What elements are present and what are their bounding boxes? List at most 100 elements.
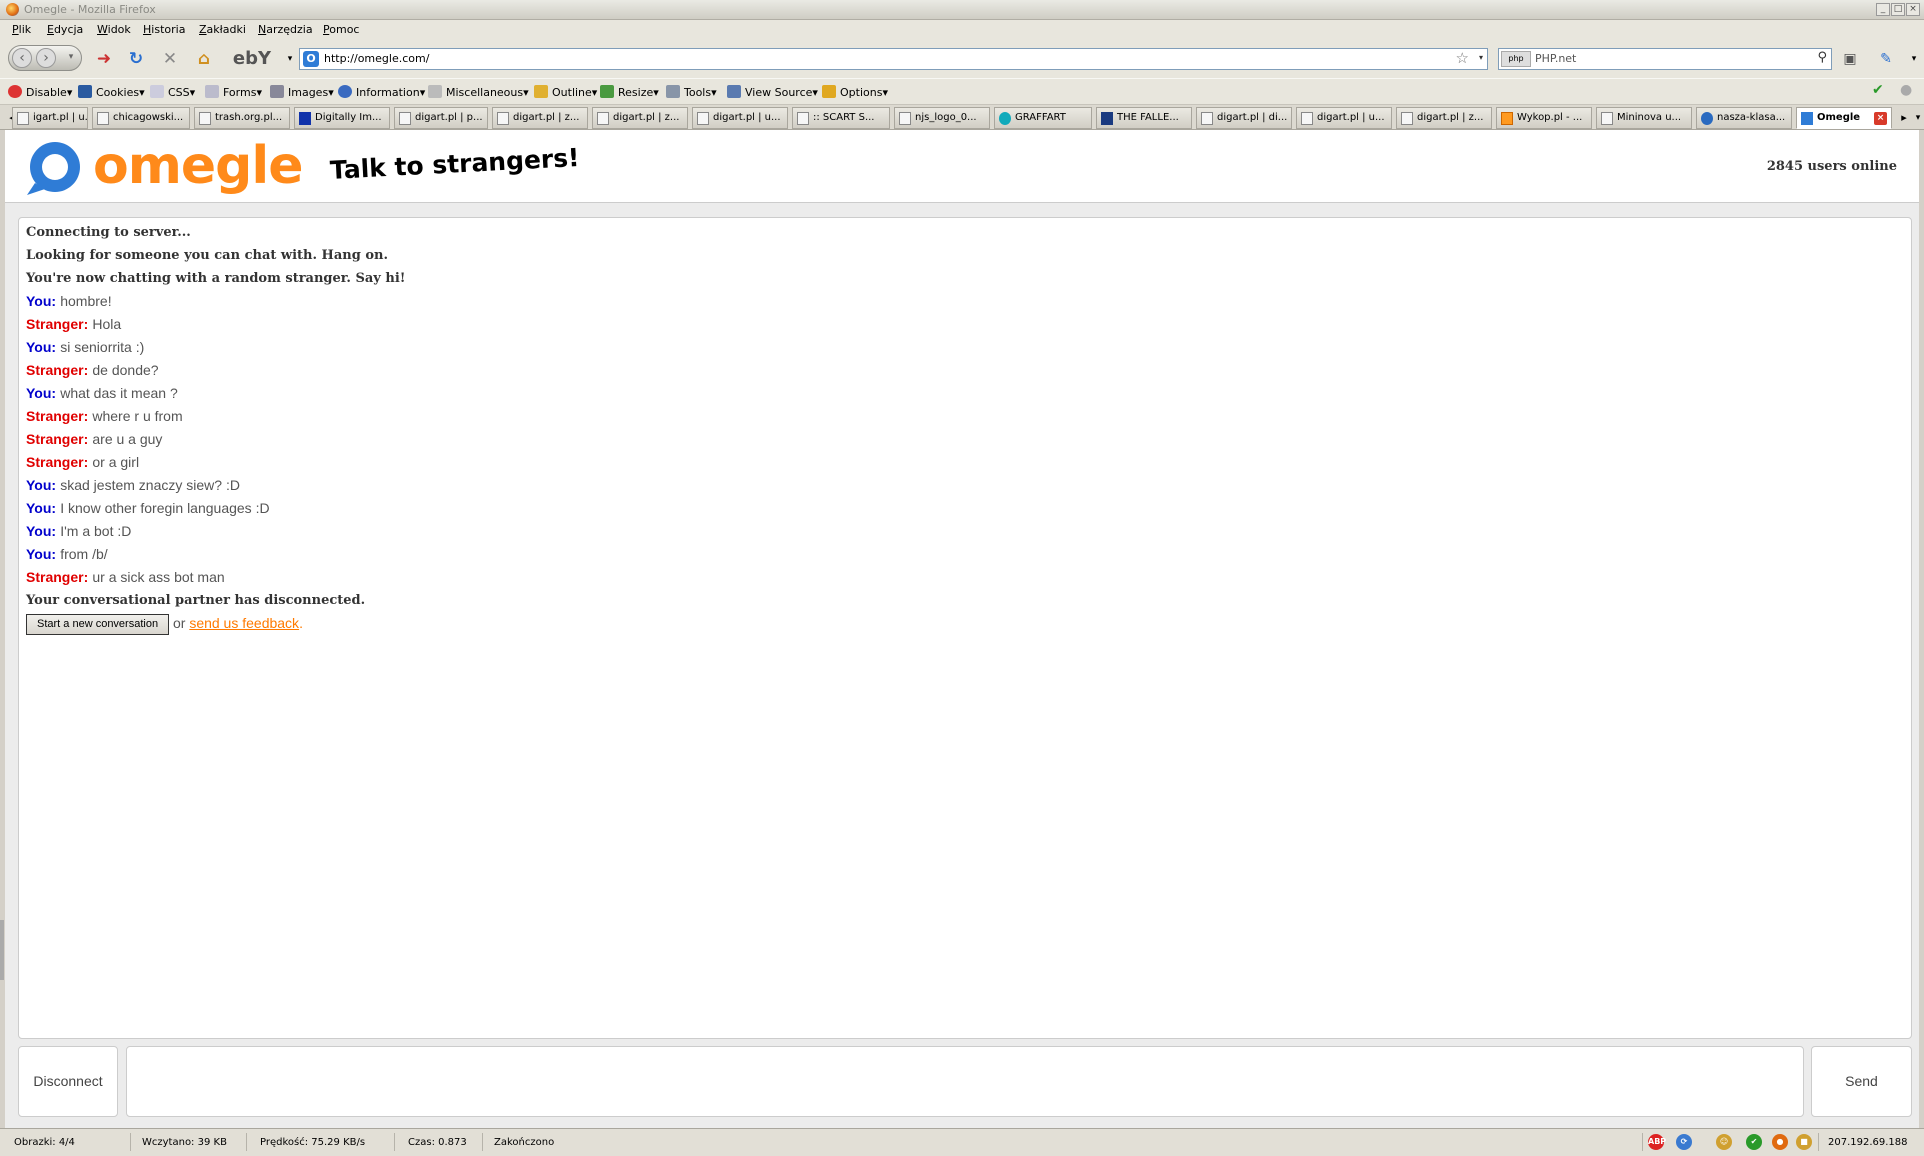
menu-widok[interactable]: Widok bbox=[97, 23, 131, 36]
tab-item[interactable]: igart.pl | u... bbox=[12, 107, 88, 129]
menu-plik[interactable]: Plik bbox=[12, 23, 31, 36]
tab-item[interactable]: digart.pl | di... bbox=[1196, 107, 1292, 129]
tab-item[interactable]: THE FALLE... bbox=[1096, 107, 1192, 129]
information-menu[interactable]: Information▾ bbox=[338, 85, 425, 99]
sync-icon[interactable]: ⟳ bbox=[1676, 1134, 1692, 1150]
resize-menu[interactable]: Resize▾ bbox=[600, 85, 659, 99]
all-tabs-dropdown-icon[interactable]: ▾ bbox=[1908, 108, 1924, 128]
page-icon bbox=[399, 112, 411, 125]
stranger-label: Stranger: bbox=[26, 454, 89, 470]
tab-item[interactable]: digart.pl | p... bbox=[394, 107, 488, 129]
you-message: You: I know other foregin languages :D bbox=[26, 497, 1904, 520]
search-icon[interactable]: ⚲ bbox=[1817, 50, 1827, 65]
images-menu[interactable]: Images▾ bbox=[270, 85, 334, 99]
tools-menu[interactable]: Tools▾ bbox=[666, 85, 717, 99]
menu-edycja[interactable]: Edycja bbox=[47, 23, 83, 36]
disable-icon bbox=[8, 85, 22, 98]
toolbar-status-icon[interactable]: ● bbox=[1900, 82, 1912, 98]
edit-page-icon[interactable]: ✎ bbox=[1876, 49, 1896, 69]
miscellaneous-menu[interactable]: Miscellaneous▾ bbox=[428, 85, 529, 99]
maximize-button[interactable]: □ bbox=[1891, 3, 1905, 16]
you-message: You: what das it mean ? bbox=[26, 382, 1904, 405]
menu-historia[interactable]: Historia bbox=[143, 23, 185, 36]
page-icon bbox=[497, 112, 509, 125]
options-menu[interactable]: Options▾ bbox=[822, 85, 888, 99]
search-engine-icon[interactable]: php bbox=[1501, 51, 1531, 67]
page-icon bbox=[97, 112, 109, 125]
tab-item[interactable]: njs_logo_0... bbox=[894, 107, 990, 129]
security-lock-icon[interactable]: ■ bbox=[1796, 1134, 1812, 1150]
tab-item[interactable]: digart.pl | z... bbox=[1396, 107, 1492, 129]
stranger-message: Stranger: ur a sick ass bot man bbox=[26, 566, 1904, 589]
tab-item[interactable]: :: SCART S... bbox=[792, 107, 890, 129]
forward-icon[interactable]: › bbox=[36, 48, 56, 68]
tab-item[interactable]: chicagowski... bbox=[92, 107, 190, 129]
tab-item[interactable]: digart.pl | z... bbox=[492, 107, 588, 129]
firefox-addon-icon[interactable]: ● bbox=[1772, 1134, 1788, 1150]
greasemonkey-icon[interactable]: ☺ bbox=[1716, 1134, 1732, 1150]
tab-item[interactable]: trash.org.pl... bbox=[194, 107, 290, 129]
outline-menu[interactable]: Outline▾ bbox=[534, 85, 597, 99]
tab-item[interactable]: Digitally Im... bbox=[294, 107, 390, 129]
minimize-button[interactable]: _ bbox=[1876, 3, 1890, 16]
stop-icon[interactable]: ✕ bbox=[160, 49, 180, 69]
home-icon[interactable]: ⌂ bbox=[194, 49, 214, 69]
tab-item[interactable]: Mininova u... bbox=[1596, 107, 1692, 129]
tab-item[interactable]: digart.pl | u... bbox=[1296, 107, 1392, 129]
tab-item-active[interactable]: Omegle × bbox=[1796, 107, 1892, 129]
tab-strip: ◂ igart.pl | u... chicagowski... trash.o… bbox=[0, 104, 1924, 130]
page-icon bbox=[1301, 112, 1313, 125]
address-bar[interactable]: O http://omegle.com/ ☆ ▾ bbox=[299, 48, 1488, 70]
tab-item[interactable]: digart.pl | u... bbox=[692, 107, 788, 129]
menu-zakladki[interactable]: Zakładki bbox=[199, 23, 246, 36]
adblock-icon[interactable]: ABP bbox=[1648, 1134, 1666, 1150]
page-icon bbox=[1701, 112, 1713, 125]
disconnect-button[interactable]: Disconnect bbox=[18, 1046, 118, 1117]
you-label: You: bbox=[26, 500, 57, 516]
system-message: Looking for someone you can chat with. H… bbox=[26, 248, 388, 263]
menu-narzedzia[interactable]: Narzędzia bbox=[258, 23, 313, 36]
new-conversation-button[interactable]: Start a new conversation bbox=[26, 614, 170, 635]
status-separator bbox=[1642, 1133, 1643, 1151]
send-link-icon[interactable]: ➜ bbox=[94, 49, 114, 69]
chat-log: Connecting to server... Looking for some… bbox=[18, 217, 1912, 1039]
reload-icon[interactable]: ↻ bbox=[126, 49, 146, 69]
address-url[interactable]: http://omegle.com/ bbox=[324, 52, 429, 65]
history-dropdown-icon[interactable]: ▾ bbox=[61, 48, 81, 68]
message-text: si seniorrita :) bbox=[60, 339, 145, 355]
search-bar[interactable]: php PHP.net ⚲ bbox=[1498, 48, 1832, 70]
firefox-icon bbox=[6, 3, 19, 16]
menu-pomoc[interactable]: Pomoc bbox=[323, 23, 359, 36]
back-icon[interactable]: ‹ bbox=[12, 48, 32, 68]
extra-dropdown-icon[interactable]: ▾ bbox=[1904, 49, 1924, 69]
tab-item[interactable]: digart.pl | z... bbox=[592, 107, 688, 129]
ebay-logo-icon[interactable]: ebY bbox=[228, 49, 276, 69]
search-input[interactable]: PHP.net bbox=[1535, 52, 1576, 65]
close-tab-icon[interactable]: × bbox=[1874, 112, 1887, 125]
validation-ok-icon[interactable]: ✔ bbox=[1872, 82, 1884, 98]
css-menu[interactable]: CSS▾ bbox=[150, 85, 195, 99]
url-dropdown-icon[interactable]: ▾ bbox=[1479, 53, 1483, 62]
close-window-button[interactable]: × bbox=[1906, 3, 1920, 16]
tab-item[interactable]: Wykop.pl - ... bbox=[1496, 107, 1592, 129]
send-button[interactable]: Send bbox=[1811, 1046, 1912, 1117]
page-icon bbox=[999, 112, 1011, 125]
view-source-menu[interactable]: View Source▾ bbox=[727, 85, 818, 99]
tab-list-icon[interactable]: ▣ bbox=[1840, 49, 1860, 69]
disable-menu[interactable]: Disable▾ bbox=[8, 85, 72, 99]
tab-item[interactable]: nasza-klasa... bbox=[1696, 107, 1792, 129]
tab-item[interactable]: GRAFFART bbox=[994, 107, 1092, 129]
chat-message-input[interactable] bbox=[126, 1046, 1804, 1117]
bookmark-star-icon[interactable]: ☆ bbox=[1456, 49, 1469, 67]
status-loaded: Wczytano: 39 KB bbox=[142, 1137, 227, 1148]
forms-menu[interactable]: Forms▾ bbox=[205, 85, 262, 99]
status-separator bbox=[394, 1133, 395, 1151]
cookies-menu[interactable]: Cookies▾ bbox=[78, 85, 145, 99]
page-icon bbox=[1201, 112, 1213, 125]
message-text: hombre! bbox=[60, 293, 112, 309]
window-titlebar: Omegle - Mozilla Firefox _ □ × bbox=[0, 0, 1924, 20]
feedback-link[interactable]: send us feedback bbox=[189, 615, 299, 631]
tools-icon bbox=[666, 85, 680, 98]
html-validator-ok-icon[interactable]: ✔ bbox=[1746, 1134, 1762, 1150]
ebay-dropdown-icon[interactable]: ▾ bbox=[280, 49, 300, 69]
